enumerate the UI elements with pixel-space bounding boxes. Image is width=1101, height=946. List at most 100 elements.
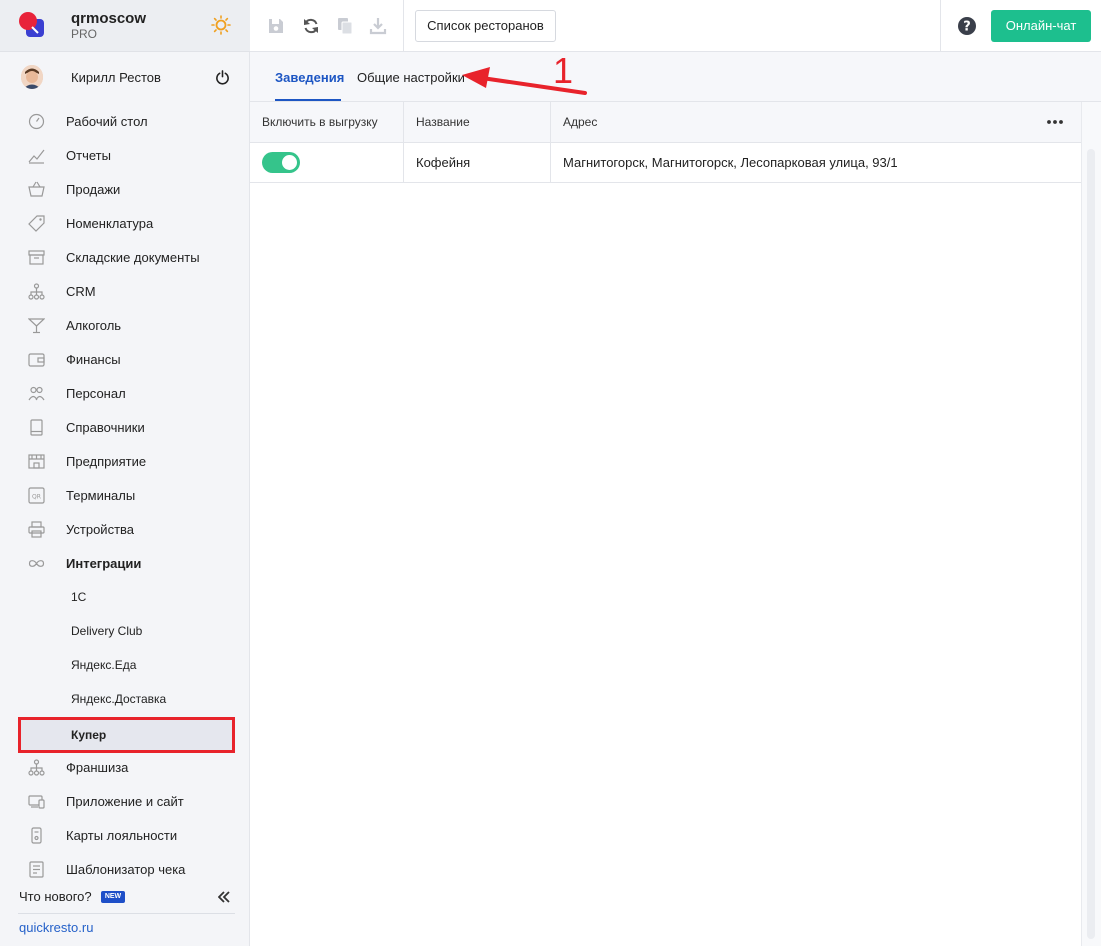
sidebar-item-warehouse-docs[interactable]: Складские документы	[0, 240, 250, 274]
book-icon	[30, 419, 43, 436]
sidebar-item-dashboard[interactable]: Рабочий стол	[0, 104, 250, 138]
sidebar-subitem-kuper[interactable]: Купер	[18, 717, 235, 753]
people-icon	[28, 386, 45, 401]
sidebar-item-label: Номенклатура	[66, 216, 154, 231]
toolbar-divider	[403, 0, 404, 52]
sidebar-item-label: Отчеты	[66, 148, 111, 163]
column-header-enable[interactable]: Включить в выгрузку	[262, 115, 378, 129]
store-icon	[28, 454, 45, 469]
sidebar-item-label: Карты лояльности	[66, 828, 178, 843]
theme-sun-icon[interactable]	[211, 15, 231, 35]
cocktail-icon	[28, 318, 45, 334]
copy-icon[interactable]	[335, 16, 355, 36]
site-link[interactable]: quickresto.ru	[19, 920, 93, 935]
sidebar-item-label: Продажи	[66, 182, 121, 197]
sidebar-item-label: Алкоголь	[66, 318, 122, 333]
column-header-address[interactable]: Адрес	[563, 115, 597, 129]
basket-icon	[28, 181, 45, 197]
cell-address: Магнитогорск, Магнитогорск, Лесопарковая…	[563, 155, 898, 170]
table-header: Включить в выгрузку Название Адрес	[250, 102, 1081, 143]
online-chat-button[interactable]: Онлайн-чат	[991, 10, 1091, 42]
sidebar-item-label: Предприятие	[66, 454, 147, 469]
top-toolbar: Список ресторанов ? Онлайн-чат	[250, 0, 1101, 52]
download-icon[interactable]	[368, 16, 388, 36]
hierarchy-icon	[28, 283, 45, 300]
more-options-icon[interactable]	[1046, 115, 1064, 129]
sidebar-subitem-label: Яндекс.Еда	[71, 658, 137, 672]
dashboard-icon	[28, 113, 45, 130]
logout-power-icon[interactable]	[215, 70, 230, 85]
active-tab-indicator	[275, 99, 341, 101]
toggle-knob	[282, 155, 297, 170]
whats-new-link[interactable]: Что нового?	[19, 889, 92, 904]
sidebar-item-label: Интеграции	[66, 556, 142, 571]
sidebar-item-alcohol[interactable]: Алкоголь	[0, 308, 250, 342]
sidebar-item-reports[interactable]: Отчеты	[0, 138, 250, 172]
collapse-sidebar-icon[interactable]	[218, 890, 230, 904]
infinity-icon	[28, 560, 45, 567]
sidebar-subitem-delivery-club[interactable]: Delivery Club	[0, 614, 250, 648]
hierarchy-icon	[28, 759, 45, 776]
sidebar-item-label: Устройства	[66, 522, 135, 537]
sidebar-item-integrations[interactable]: Интеграции	[0, 546, 250, 580]
help-icon[interactable]: ?	[957, 16, 977, 36]
sidebar-item-franchise[interactable]: Франшиза	[0, 750, 250, 784]
sidebar-subitem-label: Delivery Club	[71, 624, 143, 638]
sidebar-item-terminals[interactable]: QR Терминалы	[0, 478, 250, 512]
tab-general-settings[interactable]: Общие настройки	[357, 70, 465, 85]
column-divider	[550, 143, 551, 183]
sidebar-subitem-yandex-eda[interactable]: Яндекс.Еда	[0, 648, 250, 682]
sidebar-subitem-1c[interactable]: 1С	[0, 580, 250, 614]
sidebar-item-enterprise[interactable]: Предприятие	[0, 444, 250, 478]
new-badge: NEW	[101, 891, 125, 903]
column-header-name[interactable]: Название	[416, 115, 470, 129]
card-icon	[31, 827, 42, 844]
refresh-icon[interactable]	[301, 16, 321, 36]
tab-bar: Заведения Общие настройки	[250, 52, 1101, 102]
sidebar-subitem-label: Купер	[71, 728, 107, 742]
sidebar-item-devices[interactable]: Устройства	[0, 512, 250, 546]
svg-text:QR: QR	[32, 494, 41, 501]
tab-establishments[interactable]: Заведения	[275, 70, 344, 85]
devices-icon	[28, 795, 45, 809]
sidebar-item-label: Шаблонизатор чека	[66, 862, 186, 877]
sidebar-item-app-site[interactable]: Приложение и сайт	[0, 784, 250, 818]
sidebar-item-label: Терминалы	[66, 488, 136, 503]
chart-icon	[28, 149, 45, 164]
sidebar-item-label: Справочники	[66, 420, 145, 435]
export-toggle[interactable]	[262, 152, 300, 173]
sidebar-subitem-label: 1С	[71, 590, 87, 604]
printer-icon	[28, 521, 45, 538]
save-icon[interactable]	[266, 16, 286, 36]
sidebar-item-staff[interactable]: Персонал	[0, 376, 250, 410]
column-divider	[403, 143, 404, 183]
scrollbar-thumb[interactable]	[1087, 149, 1095, 939]
sidebar-subitem-yandex-delivery[interactable]: Яндекс.Доставка	[0, 682, 250, 716]
sidebar-item-directories[interactable]: Справочники	[0, 410, 250, 444]
sidebar-item-loyalty-cards[interactable]: Карты лояльности	[0, 818, 250, 852]
logo-icon	[19, 12, 44, 37]
cell-name: Кофейня	[416, 155, 471, 170]
vertical-scrollbar[interactable]	[1081, 102, 1101, 946]
sidebar-item-label: Персонал	[66, 386, 126, 401]
svg-text:?: ?	[963, 20, 971, 35]
account-plan: PRO	[71, 27, 98, 41]
receipt-icon	[29, 861, 44, 878]
sidebar-item-label: Рабочий стол	[66, 114, 148, 129]
sidebar-item-label: Франшиза	[66, 760, 129, 775]
sidebar-item-label: Финансы	[66, 352, 121, 367]
brand-header: qrmoscow PRO	[0, 0, 250, 52]
table-row[interactable]: Кофейня Магнитогорск, Магнитогорск, Лесо…	[250, 143, 1081, 183]
sidebar-item-nomenclature[interactable]: Номенклатура	[0, 206, 250, 240]
sidebar-item-label: Складские документы	[66, 250, 200, 265]
restaurants-list-button[interactable]: Список ресторанов	[415, 10, 556, 42]
archive-icon	[28, 250, 45, 265]
account-name: qrmoscow	[71, 10, 147, 27]
sidebar-item-finance[interactable]: Финансы	[0, 342, 250, 376]
sidebar-item-crm[interactable]: CRM	[0, 274, 250, 308]
sidebar-item-receipt-templates[interactable]: Шаблонизатор чека	[0, 852, 250, 886]
avatar[interactable]	[21, 65, 43, 89]
user-name: Кирилл Рестов	[71, 70, 161, 85]
sidebar-item-sales[interactable]: Продажи	[0, 172, 250, 206]
toolbar-divider	[940, 0, 941, 52]
